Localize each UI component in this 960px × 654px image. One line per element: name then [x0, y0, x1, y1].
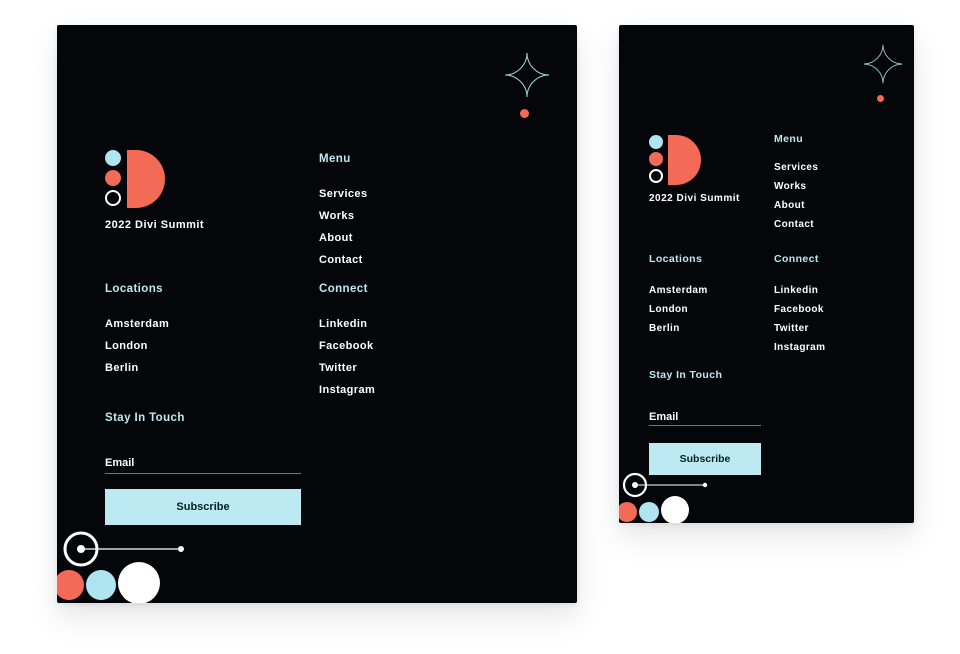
sparkle-icon: [503, 51, 551, 99]
connect-item-linkedin[interactable]: Linkedin: [774, 285, 825, 296]
connect-item-instagram[interactable]: Instagram: [319, 384, 375, 396]
connect-item-facebook[interactable]: Facebook: [319, 340, 375, 352]
connect-list: Linkedin Facebook Twitter Instagram: [319, 318, 375, 406]
brand-logo: [105, 150, 165, 208]
connect-item-instagram[interactable]: Instagram: [774, 342, 825, 353]
location-item-amsterdam[interactable]: Amsterdam: [649, 285, 708, 296]
locations-list: Amsterdam London Berlin: [649, 285, 708, 342]
menu-list: Services Works About Contact: [319, 188, 367, 276]
menu-item-services[interactable]: Services: [319, 188, 367, 200]
locations-list: Amsterdam London Berlin: [105, 318, 169, 384]
email-input[interactable]: [105, 473, 301, 474]
subscribe-button[interactable]: Subscribe: [105, 489, 301, 525]
menu-item-about[interactable]: About: [319, 232, 367, 244]
menu-item-about[interactable]: About: [774, 200, 818, 211]
accent-dot-icon: [877, 95, 884, 102]
ornament-bottom-left-icon: [619, 471, 729, 523]
connect-heading: Connect: [319, 283, 368, 295]
ornament-bottom-left-icon: [57, 525, 207, 603]
location-item-berlin[interactable]: Berlin: [649, 323, 708, 334]
menu-item-works[interactable]: Works: [774, 181, 818, 192]
email-label: Email: [105, 457, 134, 469]
location-item-berlin[interactable]: Berlin: [105, 362, 169, 374]
menu-item-services[interactable]: Services: [774, 162, 818, 173]
email-label: Email: [649, 411, 678, 423]
location-item-london[interactable]: London: [649, 304, 708, 315]
connect-item-linkedin[interactable]: Linkedin: [319, 318, 375, 330]
connect-item-twitter[interactable]: Twitter: [319, 362, 375, 374]
sparkle-icon: [862, 43, 904, 85]
menu-item-works[interactable]: Works: [319, 210, 367, 222]
menu-item-contact[interactable]: Contact: [319, 254, 367, 266]
menu-heading: Menu: [774, 133, 803, 145]
stay-in-touch-heading: Stay In Touch: [649, 369, 722, 381]
footer-preview-narrow: 2022 Divi Summit Menu Services Works Abo…: [619, 25, 914, 523]
location-item-amsterdam[interactable]: Amsterdam: [105, 318, 169, 330]
menu-list: Services Works About Contact: [774, 162, 818, 238]
brand-logo: [649, 135, 701, 185]
connect-item-twitter[interactable]: Twitter: [774, 323, 825, 334]
tagline: 2022 Divi Summit: [649, 193, 740, 204]
stay-in-touch-heading: Stay In Touch: [105, 412, 185, 424]
email-input[interactable]: [649, 425, 761, 426]
accent-dot-icon: [520, 109, 529, 118]
menu-heading: Menu: [319, 153, 351, 165]
location-item-london[interactable]: London: [105, 340, 169, 352]
connect-list: Linkedin Facebook Twitter Instagram: [774, 285, 825, 361]
menu-item-contact[interactable]: Contact: [774, 219, 818, 230]
tagline: 2022 Divi Summit: [105, 219, 204, 231]
locations-heading: Locations: [649, 253, 702, 265]
footer-preview-wide: 2022 Divi Summit Menu Services Works Abo…: [57, 25, 577, 603]
connect-item-facebook[interactable]: Facebook: [774, 304, 825, 315]
connect-heading: Connect: [774, 253, 819, 265]
locations-heading: Locations: [105, 283, 163, 295]
